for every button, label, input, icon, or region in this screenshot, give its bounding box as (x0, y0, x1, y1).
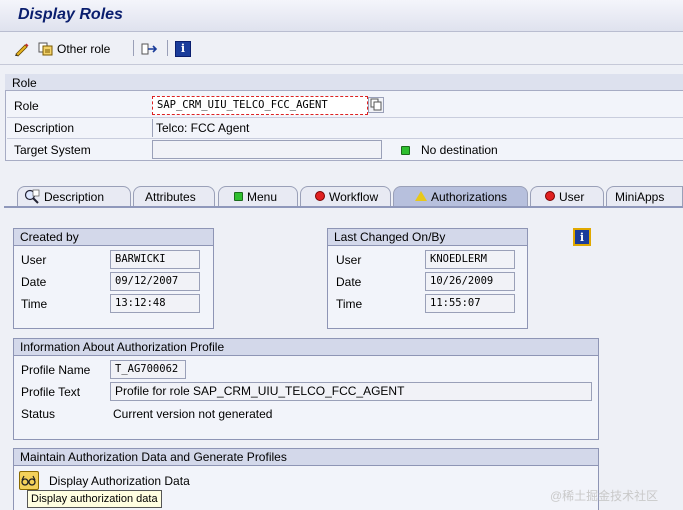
tab-label: MiniApps (615, 189, 665, 204)
description-value: Telco: FCC Agent (152, 119, 683, 137)
info-button[interactable]: i (175, 40, 191, 58)
toolbar-separator (133, 40, 134, 56)
profile-text-label: Profile Text (21, 385, 81, 399)
other-object-icon (38, 42, 53, 56)
tab-label: Workflow (329, 189, 379, 204)
tab-miniapps[interactable]: MiniApps (606, 186, 683, 206)
info-icon[interactable]: i (573, 228, 591, 246)
red-status-icon (545, 190, 555, 204)
profile-name-field: T_AG700062 (110, 360, 186, 379)
target-system-field[interactable] (152, 140, 382, 159)
display-auth-data-label[interactable]: Display Authorization Data (49, 472, 190, 490)
copy-role-button[interactable] (368, 97, 384, 113)
red-status-icon (315, 190, 325, 204)
maintain-heading: Maintain Authorization Data and Generate… (14, 449, 598, 466)
transport-button[interactable] (141, 40, 159, 58)
tab-workflow[interactable]: Workflow (300, 186, 391, 206)
target-system-label: Target System (14, 143, 91, 157)
tab-label: User (559, 189, 585, 204)
created-user-label: User (21, 253, 47, 267)
status-label: Status (21, 407, 56, 421)
status-value: Current version not generated (113, 407, 273, 421)
pencil-glasses-icon (15, 43, 29, 57)
row-divider (7, 138, 683, 139)
watermark: @稀土掘金技术社区 (550, 489, 659, 503)
row-divider (7, 117, 683, 118)
created-by-heading: Created by (14, 229, 213, 246)
changed-date-field: 10/26/2009 (425, 272, 515, 291)
changed-time-label: Time (336, 297, 363, 311)
green-status-icon (401, 144, 410, 158)
created-time-field: 13:12:48 (110, 294, 200, 313)
copy-icon (370, 98, 382, 111)
profile-text-field: Profile for role SAP_CRM_UIU_TELCO_FCC_A… (110, 382, 592, 401)
changed-user-field: KNOEDLERM (425, 250, 515, 269)
tab-label: Attributes (145, 189, 196, 204)
green-status-icon (234, 190, 243, 204)
toolbar-separator (167, 40, 168, 56)
transport-arrow-icon (141, 43, 158, 55)
profile-name-label: Profile Name (21, 363, 91, 377)
auth-profile-heading: Information About Authorization Profile (14, 339, 598, 356)
description-icon (24, 189, 40, 204)
role-group-heading: Role (5, 74, 683, 91)
page-title: Display Roles (18, 6, 123, 23)
changed-user-label: User (336, 253, 362, 267)
display-change-button[interactable] (13, 40, 31, 58)
role-field[interactable]: SAP_CRM_UIU_TELCO_FCC_AGENT (152, 96, 368, 115)
tab-label: Authorizations (431, 189, 508, 204)
description-label: Description (14, 121, 75, 135)
display-auth-data-button[interactable] (19, 471, 39, 490)
changed-time-field: 11:55:07 (425, 294, 515, 313)
created-user-field: BARWICKI (110, 250, 200, 269)
role-label: Role (14, 99, 39, 113)
tab-label: Description (44, 189, 105, 204)
tab-description[interactable]: Description (17, 186, 131, 206)
created-time-label: Time (21, 297, 48, 311)
created-date-field: 09/12/2007 (110, 272, 200, 291)
glasses-icon (21, 475, 36, 486)
tooltip: Display authorization data (27, 490, 162, 508)
destination-status: No destination (421, 143, 498, 157)
tab-menu[interactable]: Menu (218, 186, 298, 206)
tab-authorizations[interactable]: Authorizations (393, 186, 528, 206)
created-date-label: Date (21, 275, 47, 289)
warning-icon (415, 190, 427, 204)
other-role-button[interactable]: Other role (38, 40, 110, 58)
other-role-label: Other role (57, 42, 111, 56)
info-icon: i (175, 41, 191, 57)
tab-attributes[interactable]: Attributes (133, 186, 215, 206)
tab-user[interactable]: User (530, 186, 604, 206)
last-changed-heading: Last Changed On/By (328, 229, 527, 246)
tab-label: Menu (247, 189, 278, 204)
changed-date-label: Date (336, 275, 362, 289)
